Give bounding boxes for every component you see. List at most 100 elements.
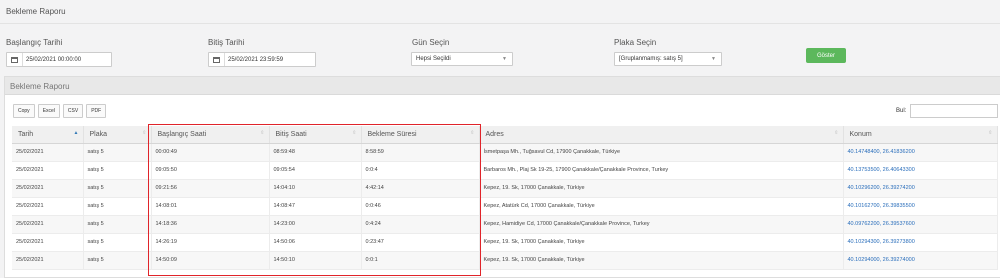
search-input[interactable] <box>910 104 998 118</box>
column-header-location[interactable]: Konum ⇳ <box>843 126 998 144</box>
panel-title: Bekleme Raporu <box>5 77 1000 95</box>
plate-cell: satış 5 <box>83 233 152 252</box>
end-date-value: 25/02/2021 23:59:59 <box>228 56 284 63</box>
start-time-cell: 09:05:50 <box>151 161 270 180</box>
sort-asc-icon: ▲ <box>73 130 79 136</box>
column-header-plate[interactable]: Plaka ⇳ <box>83 126 152 144</box>
start-date-label: Başlangıç Tarihi <box>6 38 63 47</box>
plate-cell: satış 5 <box>83 179 152 198</box>
end-date-label: Bitiş Tarihi <box>208 38 245 47</box>
address-cell: Kepez, Atatürk Cd, 17000 Çanakkale, Türk… <box>479 197 844 216</box>
location-link[interactable]: 40.09762200, 26.39537600 <box>843 215 998 234</box>
address-cell: Kepez, Hamidiye Cd, 17000 Çanakkale/Çana… <box>479 215 844 234</box>
end-time-cell: 14:50:10 <box>269 251 362 270</box>
plate-cell: satış 5 <box>83 143 152 162</box>
start-date-field[interactable]: 25/02/2021 00:00:00 <box>6 52 112 67</box>
start-time-cell: 14:50:09 <box>151 251 270 270</box>
column-header-start-time[interactable]: Başlangıç Saati ⇳ <box>151 126 270 144</box>
date-cell: 25/02/2021 <box>12 197 84 216</box>
wait-duration-cell: 4:42:14 <box>361 179 480 198</box>
end-time-cell: 08:59:48 <box>269 143 362 162</box>
date-cell: 25/02/2021 <box>12 251 84 270</box>
table-header-row: Tarih ▲ Plaka ⇳ Başlangıç Saati ⇳ Bitiş Saa… <box>12 126 998 144</box>
table-row: 25/02/2021 satış 5 14:18:36 14:23:00 0:4:24 K… <box>12 215 998 234</box>
end-date-field[interactable]: 25/02/2021 23:59:59 <box>208 52 316 67</box>
table-row: 25/02/2021 satış 5 09:21:56 14:04:10 4:42:14… <box>12 179 998 198</box>
report-panel: Bekleme Raporu Copy Excel CSV PDF Bul: T… <box>4 76 1000 278</box>
plate-select-label: Plaka Seçin <box>614 38 657 47</box>
report-page: Bekleme Raporu Başlangıç Tarihi 25/02/20… <box>0 0 1000 278</box>
location-link[interactable]: 40.10294000, 26.39274000 <box>843 251 998 270</box>
column-label: Plaka <box>89 130 108 138</box>
filter-bar: Başlangıç Tarihi 25/02/2021 00:00:00 Bit… <box>0 24 1000 72</box>
plate-select-value: [Gruplanmamış: satış 5] <box>619 56 683 62</box>
end-time-cell: 14:08:47 <box>269 197 362 216</box>
column-label: Bekleme Süresi <box>367 130 417 138</box>
address-cell: Kepez, 19. Sk, 17000 Çanakkale, Türkiye <box>479 233 844 252</box>
sort-icon: ⇳ <box>142 130 147 136</box>
table-body: 25/02/2021 satış 5 00:00:49 08:59:48 8:58:59… <box>12 143 998 270</box>
date-cell: 25/02/2021 <box>12 215 84 234</box>
sort-icon: ⇳ <box>352 130 357 136</box>
date-cell: 25/02/2021 <box>12 161 84 180</box>
location-link[interactable]: 40.10296200, 26.39274200 <box>843 179 998 198</box>
copy-button[interactable]: Copy <box>13 104 35 118</box>
calendar-icon <box>7 53 23 66</box>
date-cell: 25/02/2021 <box>12 143 84 162</box>
column-label: Tarih <box>18 130 34 138</box>
page-title: Bekleme Raporu <box>6 7 66 16</box>
report-table: Tarih ▲ Plaka ⇳ Başlangıç Saati ⇳ Bitiş Saa… <box>12 126 998 270</box>
start-date-value: 25/02/2021 00:00:00 <box>26 56 82 63</box>
date-cell: 25/02/2021 <box>12 233 84 252</box>
calendar-icon <box>209 53 225 66</box>
address-cell: Kepez, 19. Sk, 17000 Çanakkale, Türkiye <box>479 179 844 198</box>
day-select[interactable]: Hepsi Seçildi ▼ <box>411 52 513 66</box>
excel-button[interactable]: Excel <box>37 104 60 118</box>
csv-button[interactable]: CSV <box>62 104 84 118</box>
plate-cell: satış 5 <box>83 215 152 234</box>
column-label: Konum <box>849 130 872 138</box>
sort-icon: ⇳ <box>260 130 265 136</box>
show-button[interactable]: Göster <box>806 48 846 63</box>
start-time-cell: 00:00:49 <box>151 143 270 162</box>
pdf-button[interactable]: PDF <box>86 104 107 118</box>
chevron-down-icon: ▼ <box>502 56 507 62</box>
wait-duration-cell: 0:0:46 <box>361 197 480 216</box>
export-toolbar: Copy Excel CSV PDF <box>13 104 107 118</box>
plate-cell: satış 5 <box>83 197 152 216</box>
start-time-cell: 14:26:19 <box>151 233 270 252</box>
location-link[interactable]: 40.10162700, 26.39835500 <box>843 197 998 216</box>
location-link[interactable]: 40.10294300, 26.39273800 <box>843 233 998 252</box>
wait-duration-cell: 0:23:47 <box>361 233 480 252</box>
end-time-cell: 14:50:06 <box>269 233 362 252</box>
location-link[interactable]: 40.14748400, 26.41836200 <box>843 143 998 162</box>
column-header-end-time[interactable]: Bitiş Saati ⇳ <box>269 126 362 144</box>
column-header-date[interactable]: Tarih ▲ <box>12 126 84 144</box>
table-row: 25/02/2021 satış 5 00:00:49 08:59:48 8:58:59… <box>12 143 998 162</box>
table-row: 25/02/2021 satış 5 14:26:19 14:50:06 0:23:47… <box>12 233 998 252</box>
end-time-cell: 14:23:00 <box>269 215 362 234</box>
sort-icon: ⇳ <box>470 130 475 136</box>
sort-icon: ⇳ <box>988 130 993 136</box>
end-time-cell: 14:04:10 <box>269 179 362 198</box>
start-time-cell: 09:21:56 <box>151 179 270 198</box>
location-link[interactable]: 40.13753500, 26.40643300 <box>843 161 998 180</box>
table-row: 25/02/2021 satış 5 14:08:01 14:08:47 0:0:46 K… <box>12 197 998 216</box>
end-time-cell: 09:05:54 <box>269 161 362 180</box>
column-label: Adres <box>485 130 504 138</box>
wait-duration-cell: 0:4:24 <box>361 215 480 234</box>
column-label: Başlangıç Saati <box>157 130 207 138</box>
address-cell: Barbaros Mh., Plaj Sk 19-25, 17900 Çanak… <box>479 161 844 180</box>
column-header-wait-duration[interactable]: Bekleme Süresi ⇳ <box>361 126 480 144</box>
plate-select[interactable]: [Gruplanmamış: satış 5] ▼ <box>614 52 722 66</box>
chevron-down-icon: ▼ <box>711 56 716 62</box>
start-time-cell: 14:08:01 <box>151 197 270 216</box>
address-cell: Kepez, 19. Sk, 17000 Çanakkale, Türkiye <box>479 251 844 270</box>
wait-duration-cell: 0:0:4 <box>361 161 480 180</box>
column-header-address[interactable]: Adres ⇳ <box>479 126 844 144</box>
day-select-value: Hepsi Seçildi <box>416 56 451 62</box>
plate-cell: satış 5 <box>83 251 152 270</box>
search-label: Bul: <box>896 108 907 114</box>
table-row: 25/02/2021 satış 5 09:05:50 09:05:54 0:0:4 Ba… <box>12 161 998 180</box>
sort-icon: ⇳ <box>834 130 839 136</box>
